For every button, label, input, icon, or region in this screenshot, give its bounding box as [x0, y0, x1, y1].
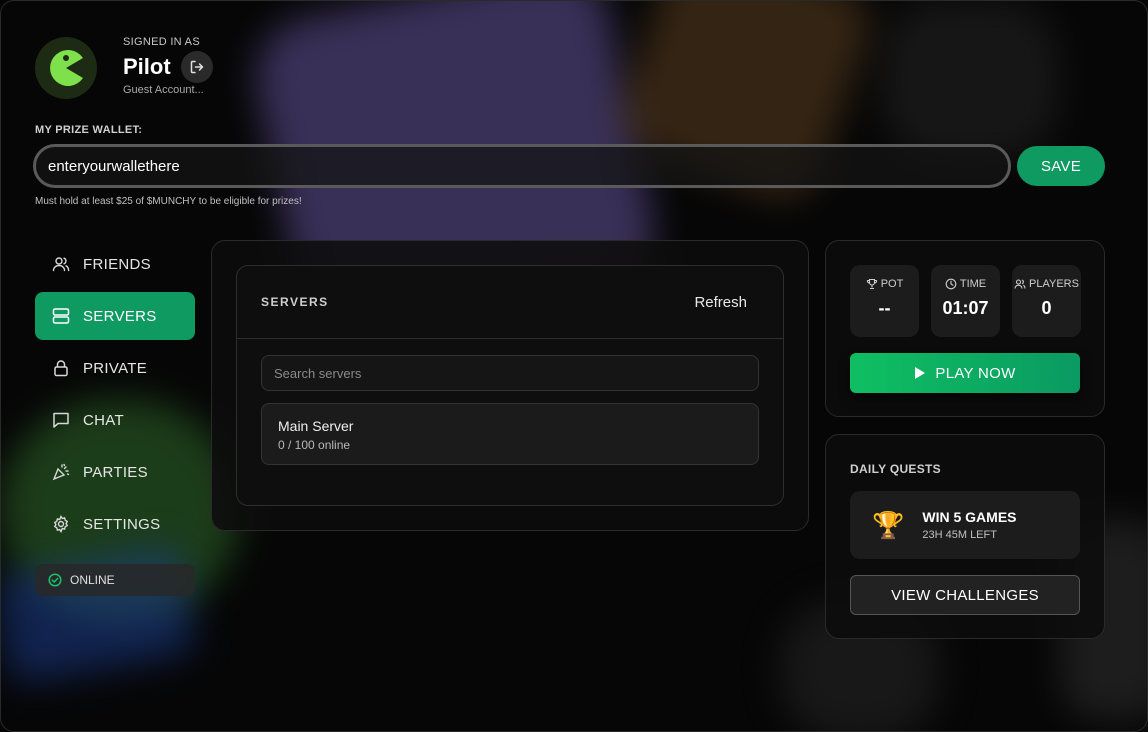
- pot-value: --: [878, 298, 891, 318]
- users-icon: [51, 254, 71, 274]
- chat-icon: [51, 410, 71, 430]
- sidebar-item-settings[interactable]: SETTINGS: [35, 500, 195, 548]
- server-name: Main Server: [278, 418, 354, 434]
- players-stat: PLAYERS 0: [1012, 265, 1081, 337]
- save-button[interactable]: SAVE: [1017, 146, 1105, 186]
- users-icon: [1014, 279, 1026, 289]
- party-icon: [51, 462, 71, 482]
- gear-icon: [51, 514, 71, 534]
- play-now-button[interactable]: PLAY NOW: [850, 353, 1080, 393]
- wallet-note: Must hold at least $25 of $MUNCHY to be …: [35, 196, 302, 207]
- quest-time-left: 23H 45M LEFT: [922, 529, 997, 541]
- account-type: Guest Account...: [123, 84, 204, 96]
- avatar: [35, 37, 97, 99]
- lock-icon: [51, 358, 71, 378]
- sidebar-item-label: PRIVATE: [83, 359, 148, 377]
- wallet-input[interactable]: [33, 144, 1011, 188]
- daily-quests-panel: DAILY QUESTS 🏆 WIN 5 GAMES 23H 45M LEFT …: [825, 434, 1105, 639]
- clock-icon: [945, 278, 957, 290]
- time-stat: TIME 01:07: [931, 265, 1000, 337]
- pacman-icon: [50, 50, 83, 86]
- stat-label: PLAYERS: [1029, 278, 1079, 290]
- pot-stat: POT --: [850, 265, 919, 337]
- servers-icon: [51, 306, 71, 326]
- status-badge: ONLINE: [35, 564, 195, 596]
- sidebar-item-label: CHAT: [83, 411, 124, 429]
- servers-header: SERVERS Refresh: [237, 266, 783, 339]
- view-challenges-button[interactable]: VIEW CHALLENGES: [850, 575, 1080, 615]
- servers-card: SERVERS Refresh Main Server 0 / 100 onli…: [236, 265, 784, 506]
- status-label: ONLINE: [70, 573, 115, 587]
- signed-in-label: SIGNED IN AS: [123, 36, 200, 48]
- sidebar-item-private[interactable]: PRIVATE: [35, 344, 195, 392]
- sidebar-item-servers[interactable]: SERVERS: [35, 292, 195, 340]
- sidebar-item-label: SERVERS: [83, 307, 157, 325]
- quest-name: WIN 5 GAMES: [922, 509, 1017, 525]
- time-value: 01:07: [942, 298, 989, 318]
- check-circle-icon: [48, 573, 62, 587]
- sidebar-nav: FRIENDS SERVERS PRIVATE CHAT PARTIES SET…: [35, 240, 195, 552]
- server-list-item[interactable]: Main Server 0 / 100 online: [261, 403, 759, 465]
- server-online-count: 0 / 100 online: [278, 438, 351, 452]
- sidebar-item-friends[interactable]: FRIENDS: [35, 240, 195, 288]
- sidebar-item-parties[interactable]: PARTIES: [35, 448, 195, 496]
- wallet-label: MY PRIZE WALLET:: [35, 124, 143, 136]
- pot-stat-label: POT: [850, 278, 919, 290]
- sidebar-item-label: PARTIES: [83, 463, 148, 481]
- players-value: 0: [1041, 298, 1052, 318]
- sidebar-item-label: FRIENDS: [83, 255, 151, 273]
- servers-panel: SERVERS Refresh Main Server 0 / 100 onli…: [211, 240, 809, 531]
- logout-icon: [190, 60, 204, 74]
- stat-label: TIME: [959, 278, 987, 290]
- play-now-label: PLAY NOW: [935, 364, 1016, 382]
- players-stat-label: PLAYERS: [1012, 278, 1081, 290]
- username: Pilot: [123, 54, 171, 79]
- quest-item: 🏆 WIN 5 GAMES 23H 45M LEFT: [850, 491, 1080, 559]
- trophy-icon: 🏆: [872, 509, 905, 540]
- logout-button[interactable]: [181, 51, 213, 83]
- sidebar-item-label: SETTINGS: [83, 515, 161, 533]
- time-stat-label: TIME: [931, 278, 1000, 290]
- search-servers-input[interactable]: [261, 355, 759, 391]
- daily-quests-title: DAILY QUESTS: [850, 462, 941, 476]
- trophy-icon: [866, 278, 877, 290]
- play-panel: POT -- TIME 01:07 PLAYERS 0 PLAY NOW: [825, 240, 1105, 417]
- play-icon: [914, 366, 926, 380]
- servers-title: SERVERS: [261, 295, 329, 309]
- stat-label: POT: [880, 278, 904, 290]
- sidebar-item-chat[interactable]: CHAT: [35, 396, 195, 444]
- refresh-button[interactable]: Refresh: [694, 294, 747, 311]
